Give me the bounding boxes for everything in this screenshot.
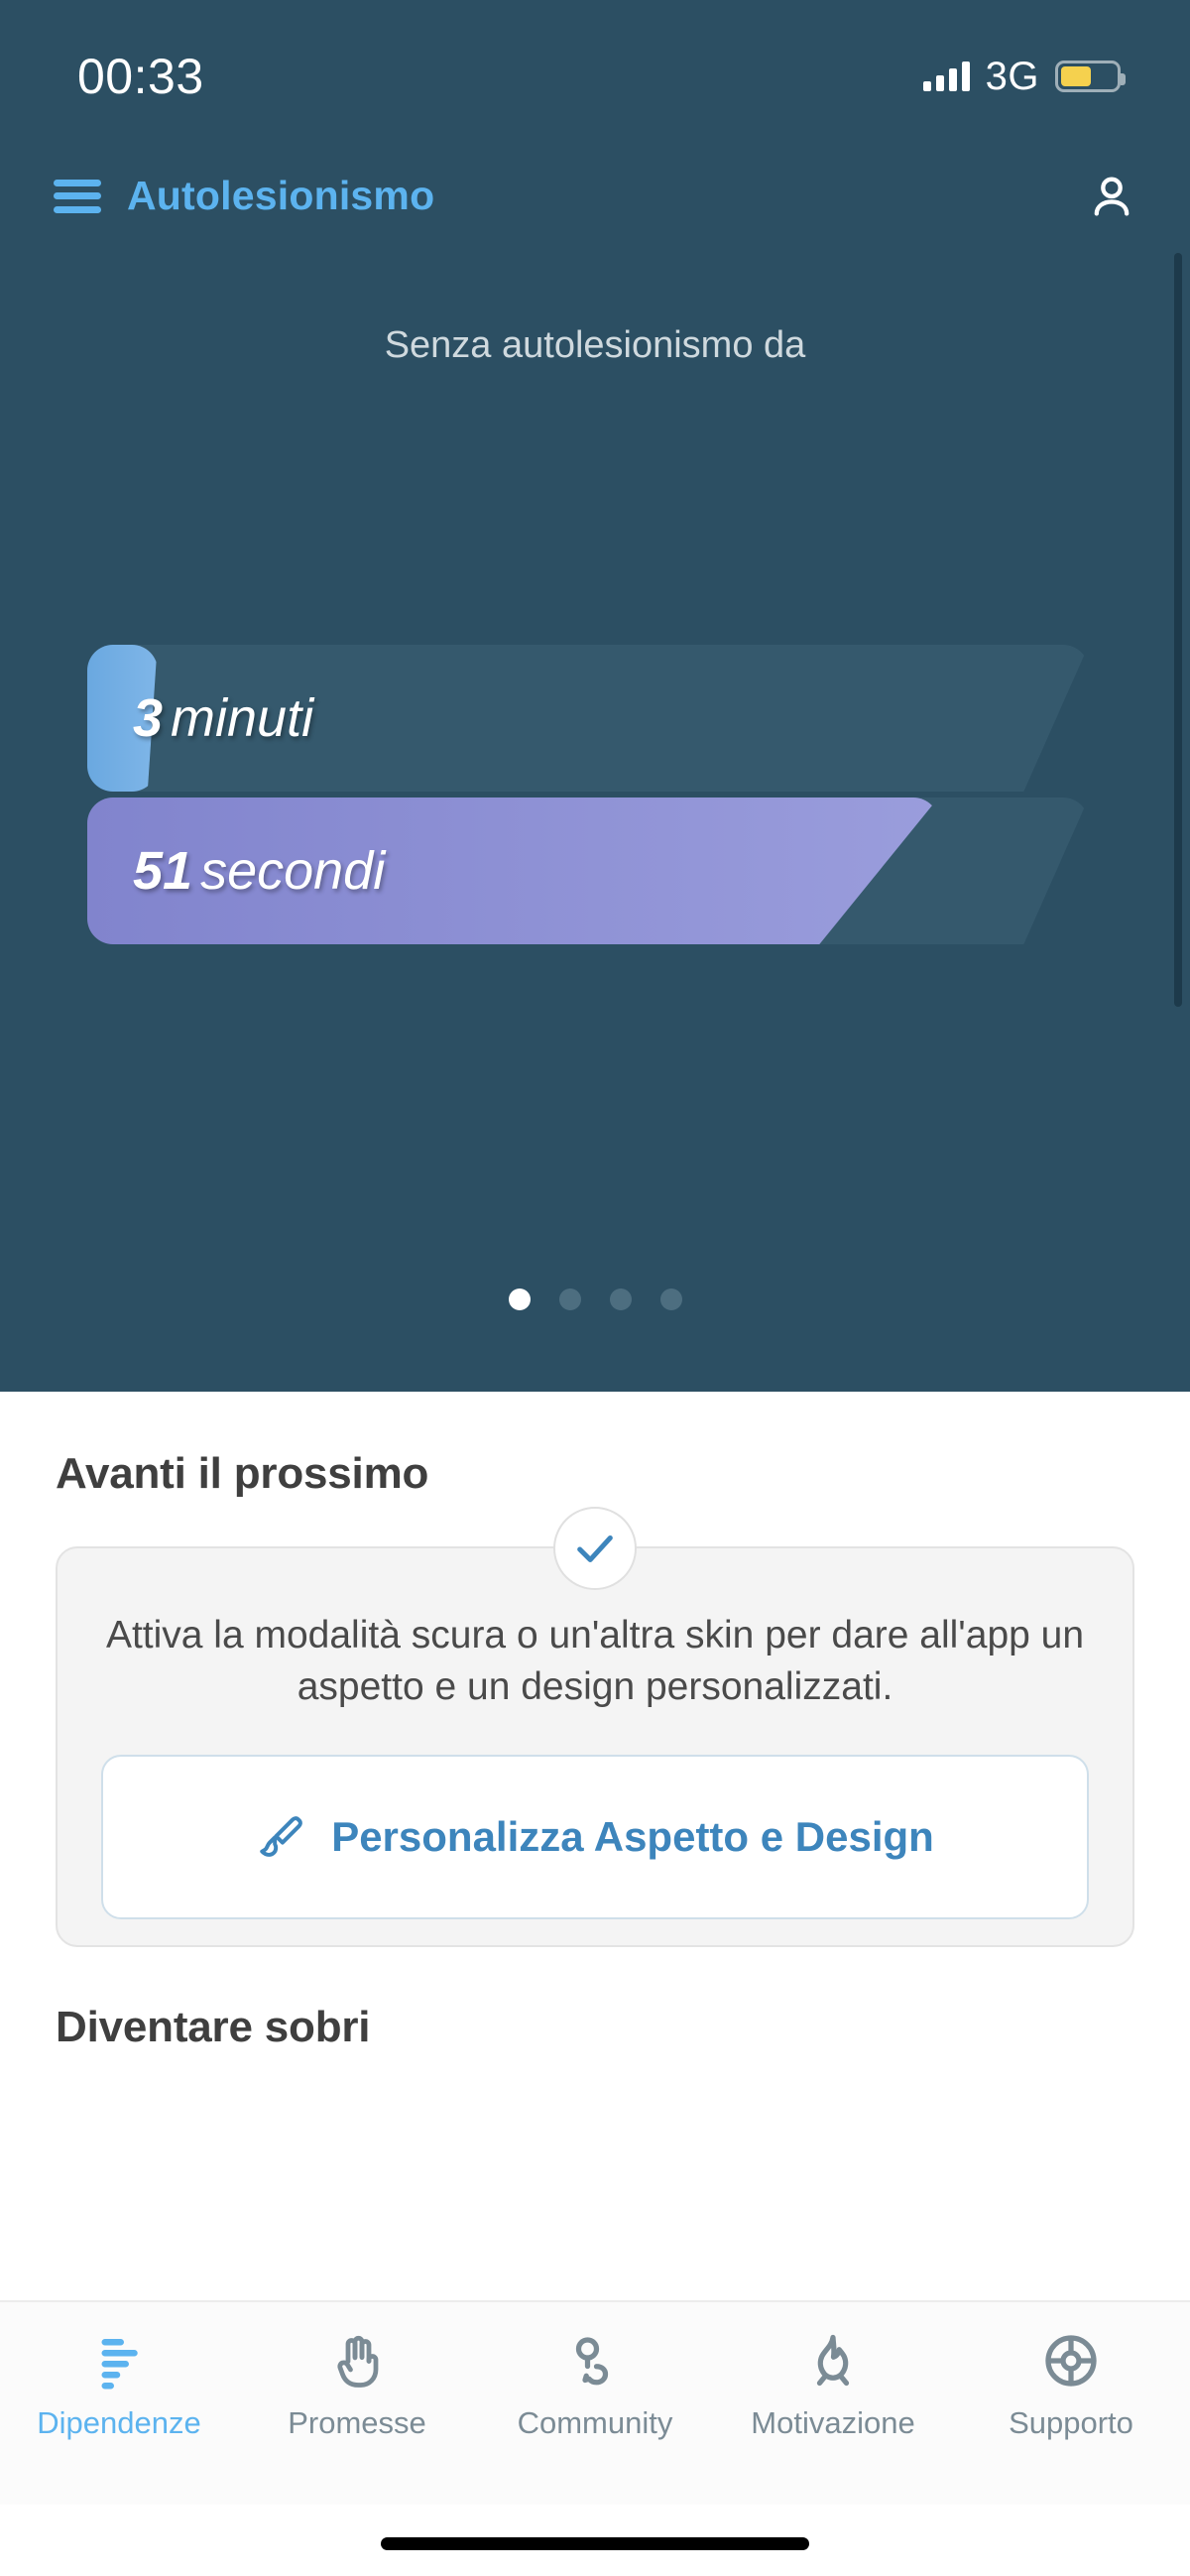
hand-raised-icon: [326, 2330, 388, 2392]
section-heading-sober: Diventare sobri: [56, 2002, 371, 2051]
tab-item-label: Dipendenze: [37, 2405, 201, 2440]
hamburger-menu-icon[interactable]: [54, 179, 101, 213]
carousel-dot[interactable]: [659, 1288, 682, 1310]
next-step-card: Attiva la modalità scura o un'altra skin…: [56, 1507, 1134, 1947]
status-bar-indicators: 3G: [922, 54, 1126, 99]
carousel-dot[interactable]: [609, 1288, 632, 1310]
carousel-dot[interactable]: [508, 1288, 531, 1310]
user-account-icon[interactable]: [1081, 166, 1142, 227]
life-ring-icon: [1040, 2330, 1102, 2392]
tab-item-community[interactable]: Community: [476, 2330, 714, 2441]
counter-bars: 3 minuti 51 secondi: [87, 645, 1089, 950]
bar-chart-icon: [88, 2330, 150, 2392]
hero-subtitle: Senza autolesionismo da: [384, 324, 806, 366]
section-heading-next: Avanti il prossimo: [56, 1449, 429, 1498]
flame-icon: [802, 2330, 864, 2392]
vertical-scrollbar[interactable]: [1174, 253, 1182, 1007]
tab-item-motivazione[interactable]: Motivazione: [714, 2330, 952, 2441]
status-bar: 00:33 3G: [0, 0, 1190, 139]
paintbrush-icon: [256, 1812, 305, 1862]
tab-item-label: Community: [517, 2405, 673, 2440]
signal-bars-icon: [922, 61, 970, 91]
carousel-dot[interactable]: [558, 1288, 581, 1310]
counter-bar-minutes: 3 minuti: [87, 645, 1089, 792]
battery-low-power-icon: [1055, 61, 1126, 92]
home-indicator-bar: [381, 2537, 809, 2550]
main-content: Avanti il prossimo Attiva la modalità sc…: [0, 1392, 1190, 2300]
tab-item-supporto[interactable]: Supporto: [952, 2330, 1190, 2441]
bottom-tab-bar: Dipendenze Promesse Community Motivazione Su…: [0, 2300, 1190, 2505]
counter-unit: secondi: [200, 841, 386, 901]
tab-item-label: Motivazione: [751, 2405, 915, 2440]
status-bar-clock: 00:33: [77, 49, 204, 104]
counter-label: 51 secondi: [133, 840, 385, 902]
app-header: Autolesionismo: [0, 139, 1190, 253]
hero-counter-panel: Senza autolesionismo da 3 minuti 51 second…: [0, 253, 1190, 1392]
tab-item-promesse[interactable]: Promesse: [238, 2330, 476, 2441]
tab-item-label: Promesse: [288, 2405, 426, 2440]
carousel-pager[interactable]: [0, 1288, 1190, 1310]
checkmark-icon: [553, 1507, 637, 1590]
customize-appearance-label: Personalizza Aspetto e Design: [331, 1812, 934, 1860]
counter-value: 3: [133, 688, 164, 748]
counter-unit: minuti: [171, 688, 314, 748]
card-body-text: Attiva la modalità scura o un'altra skin…: [105, 1614, 1085, 1708]
tab-item-label: Supporto: [1009, 2405, 1133, 2440]
customize-appearance-button[interactable]: Personalizza Aspetto e Design: [101, 1754, 1089, 1919]
counter-bar-seconds: 51 secondi: [87, 797, 1089, 944]
counter-label: 3 minuti: [133, 687, 313, 749]
network-type-label: 3G: [985, 54, 1039, 98]
chat-bubbles-icon: [564, 2330, 626, 2392]
tab-item-dipendenze[interactable]: Dipendenze: [0, 2330, 238, 2441]
page-title: Autolesionismo: [127, 173, 435, 218]
counter-value: 51: [133, 841, 193, 901]
